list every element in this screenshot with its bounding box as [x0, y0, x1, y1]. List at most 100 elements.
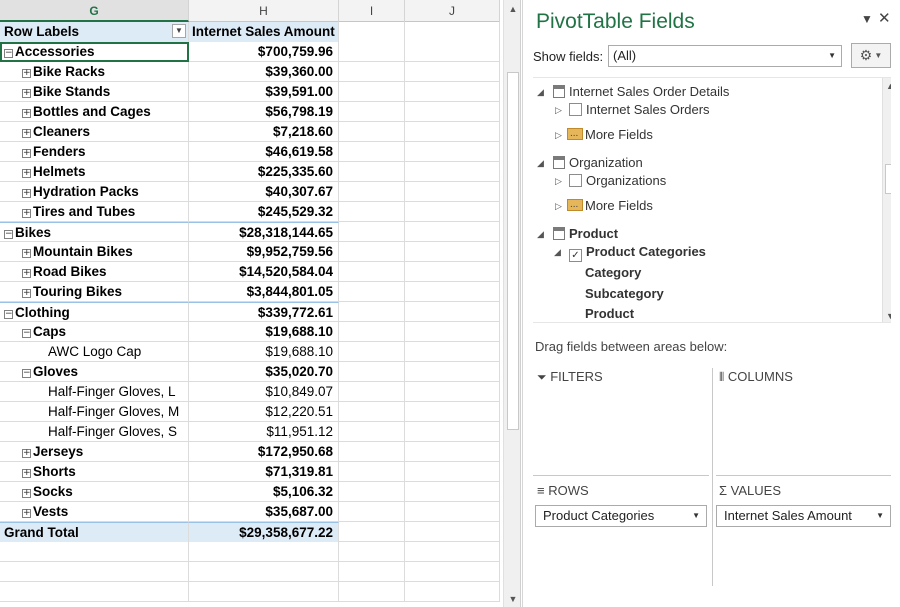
field-list-scrollbar[interactable]: ▲ ▼ [882, 78, 891, 322]
column-header-g[interactable]: G [0, 0, 189, 22]
expand-icon[interactable]: + [22, 469, 31, 478]
empty-cell[interactable] [405, 142, 500, 162]
empty-cell[interactable] [405, 222, 500, 242]
value-cell[interactable]: $35,020.70 [189, 362, 339, 382]
empty-cell[interactable] [0, 542, 189, 562]
collapse-triangle-icon[interactable]: ◢ [554, 247, 561, 258]
empty-cell[interactable] [339, 222, 405, 242]
empty-cell[interactable] [189, 542, 339, 562]
grand-total-value[interactable]: $29,358,677.22 [189, 522, 339, 542]
expand-icon[interactable]: + [22, 109, 31, 118]
row-label-cell[interactable]: Half-Finger Gloves, L [0, 382, 189, 402]
row-label-cell[interactable]: + Road Bikes [0, 262, 189, 282]
row-label-cell[interactable]: − Clothing [0, 302, 189, 322]
row-label-cell[interactable]: + Bike Stands [0, 82, 189, 102]
value-cell[interactable]: $7,218.60 [189, 122, 339, 142]
row-label-cell[interactable]: + Hydration Packs [0, 182, 189, 202]
empty-cell[interactable] [339, 142, 405, 162]
empty-cell[interactable] [405, 62, 500, 82]
value-cell[interactable]: $19,688.10 [189, 322, 339, 342]
field-table-internet-sales-order-details[interactable]: Internet Sales Order Details [553, 83, 729, 101]
field-product-categories[interactable]: ✓ Product Categories [569, 243, 706, 262]
empty-cell[interactable] [0, 582, 189, 602]
columns-area[interactable]: ⦀ COLUMNS [719, 369, 793, 385]
value-cell[interactable]: $9,952,759.56 [189, 242, 339, 262]
column-header-j[interactable]: J [405, 0, 500, 22]
expand-icon[interactable]: + [22, 249, 31, 258]
value-cell[interactable]: $39,591.00 [189, 82, 339, 102]
expand-icon[interactable]: + [22, 449, 31, 458]
scroll-down-icon[interactable]: ▼ [886, 311, 891, 321]
empty-cell[interactable] [405, 442, 500, 462]
expand-icon[interactable]: + [22, 289, 31, 298]
close-icon[interactable]: ✕ [878, 9, 891, 27]
column-header-i[interactable]: I [339, 0, 405, 22]
row-label-cell[interactable]: + Touring Bikes [0, 282, 189, 302]
collapse-icon[interactable]: − [22, 329, 31, 338]
expand-icon[interactable]: + [22, 129, 31, 138]
empty-cell[interactable] [405, 82, 500, 102]
empty-cell[interactable] [339, 562, 405, 582]
rows-field-product-categories[interactable]: Product Categories ▼ [535, 505, 707, 527]
empty-cell[interactable] [339, 42, 405, 62]
empty-cell[interactable] [339, 442, 405, 462]
empty-cell[interactable] [405, 582, 500, 602]
collapse-triangle-icon[interactable]: ◢ [537, 87, 544, 98]
row-label-cell[interactable]: + Helmets [0, 162, 189, 182]
empty-cell[interactable] [405, 182, 500, 202]
empty-cell[interactable] [405, 202, 500, 222]
empty-cell[interactable] [339, 242, 405, 262]
filter-dropdown-icon[interactable]: ▼ [172, 24, 186, 38]
empty-cell[interactable] [339, 542, 405, 562]
expand-icon[interactable]: + [22, 269, 31, 278]
empty-cell[interactable] [339, 262, 405, 282]
empty-cell[interactable] [405, 42, 500, 62]
checkbox[interactable] [569, 103, 582, 116]
empty-cell[interactable] [339, 362, 405, 382]
value-cell[interactable]: $40,307.67 [189, 182, 339, 202]
value-cell[interactable]: $19,688.10 [189, 342, 339, 362]
field-level-category[interactable]: Category [585, 264, 641, 282]
expand-icon[interactable]: + [22, 89, 31, 98]
empty-cell[interactable] [339, 22, 405, 42]
value-cell[interactable]: $3,844,801.05 [189, 282, 339, 302]
value-cell[interactable]: $172,950.68 [189, 442, 339, 462]
empty-cell[interactable] [339, 62, 405, 82]
empty-cell[interactable] [405, 322, 500, 342]
value-cell[interactable]: $71,319.81 [189, 462, 339, 482]
empty-cell[interactable] [405, 22, 500, 42]
collapse-icon[interactable]: − [4, 49, 13, 58]
expand-icon[interactable]: + [22, 69, 31, 78]
expand-icon[interactable]: + [22, 209, 31, 218]
value-cell[interactable]: $35,687.00 [189, 502, 339, 522]
expand-icon[interactable]: + [22, 169, 31, 178]
value-cell[interactable]: $5,106.32 [189, 482, 339, 502]
field-table-organization[interactable]: Organization [553, 154, 643, 172]
expand-icon[interactable]: + [22, 509, 31, 518]
expand-icon[interactable]: + [22, 489, 31, 498]
empty-cell[interactable] [405, 282, 500, 302]
empty-cell[interactable] [339, 182, 405, 202]
collapse-triangle-icon[interactable]: ◢ [537, 229, 544, 240]
value-cell[interactable]: $28,318,144.65 [189, 222, 339, 242]
value-cell[interactable]: $245,529.32 [189, 202, 339, 222]
row-label-cell[interactable]: + Bottles and Cages [0, 102, 189, 122]
empty-cell[interactable] [339, 282, 405, 302]
scroll-down-icon[interactable]: ▼ [507, 593, 519, 605]
row-label-cell[interactable]: − Bikes [0, 222, 189, 242]
empty-cell[interactable] [189, 582, 339, 602]
value-cell[interactable]: $700,759.96 [189, 42, 339, 62]
empty-cell[interactable] [405, 382, 500, 402]
row-label-cell[interactable]: + Shorts [0, 462, 189, 482]
field-more-fields[interactable]: More Fields [567, 125, 653, 144]
empty-cell[interactable] [339, 582, 405, 602]
empty-cell[interactable] [0, 562, 189, 582]
empty-cell[interactable] [405, 402, 500, 422]
empty-cell[interactable] [405, 522, 500, 542]
empty-cell[interactable] [405, 482, 500, 502]
collapse-icon[interactable]: − [4, 230, 13, 239]
checkbox[interactable] [569, 174, 582, 187]
expand-icon[interactable]: + [22, 189, 31, 198]
row-label-cell[interactable]: + Tires and Tubes [0, 202, 189, 222]
row-label-cell[interactable]: + Fenders [0, 142, 189, 162]
